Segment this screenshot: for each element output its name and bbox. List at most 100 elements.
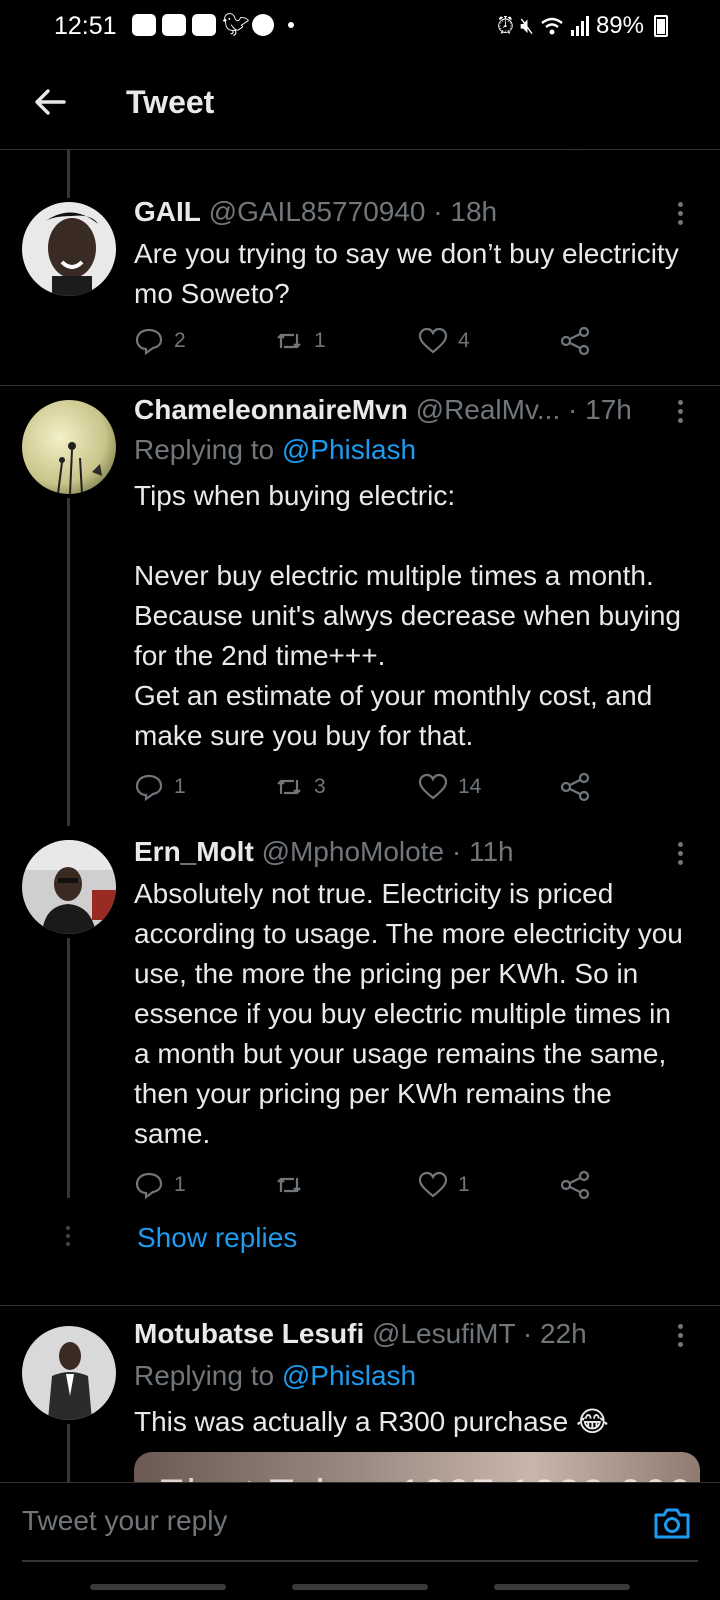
reply-button[interactable]: 1: [134, 1170, 186, 1200]
heart-icon: [418, 773, 448, 800]
status-time: 12:51: [54, 12, 117, 40]
nav-back-button[interactable]: [494, 1584, 630, 1590]
retweet-button[interactable]: 1: [274, 326, 326, 356]
avatar[interactable]: [22, 840, 116, 934]
tweet-text: This was actually a R300 purchase 😂: [134, 1406, 609, 1437]
nav-recents-button[interactable]: [90, 1584, 226, 1590]
timestamp: · 18h: [433, 196, 498, 227]
like-count: 1: [458, 1173, 470, 1196]
display-name[interactable]: GAIL: [134, 196, 201, 227]
more-notifications-icon: [288, 22, 294, 28]
like-count: 14: [458, 775, 482, 798]
share-button[interactable]: [560, 772, 590, 802]
tweet-text: Are you trying to say we don’t buy elect…: [134, 238, 687, 309]
reply-button[interactable]: 1: [134, 772, 186, 802]
thread-ellipsis: [66, 1226, 71, 1250]
thread-connector: [67, 938, 70, 1198]
tweet[interactable]: ChameleonnaireMvn @RealMv... · 17h Reply…: [0, 386, 720, 826]
system-nav-bar: [0, 1562, 720, 1600]
tweet-media-image[interactable]: Elect Token 1007 1888 066: [134, 1452, 700, 1482]
user-handle[interactable]: @GAIL85770940: [209, 196, 426, 227]
download-icon: [132, 14, 156, 36]
like-button[interactable]: 14: [418, 772, 481, 802]
share-icon: [560, 326, 590, 356]
replying-to-link[interactable]: @Phislash: [282, 1360, 416, 1391]
timestamp: · 17h: [568, 394, 632, 425]
camera-icon[interactable]: [652, 1505, 692, 1541]
display-name[interactable]: Ern_Molt: [134, 836, 254, 867]
share-button[interactable]: [560, 1170, 590, 1200]
tweet-text: Absolutely not true. Electricity is pric…: [134, 878, 691, 1149]
reply-count: 2: [174, 329, 186, 352]
user-handle[interactable]: @LesufiMT: [372, 1318, 515, 1349]
replying-to: Replying to @Phislash: [134, 434, 416, 466]
retweet-icon: [277, 779, 301, 795]
avatar[interactable]: [22, 1326, 116, 1420]
avatar[interactable]: [22, 202, 116, 296]
more-options-icon[interactable]: [678, 1324, 684, 1350]
avatar[interactable]: [22, 400, 116, 494]
retweet-count: 1: [314, 329, 326, 352]
tweet-header: ChameleonnaireMvn @RealMv... · 17h: [134, 394, 644, 426]
retweet-button[interactable]: 3: [274, 772, 326, 802]
nav-home-button[interactable]: [292, 1584, 428, 1590]
display-name[interactable]: Motubatse Lesufi: [134, 1318, 364, 1349]
tweet[interactable]: Motubatse Lesufi @LesufiMT · 22h Replyin…: [0, 1306, 720, 1482]
notification-icons: 🐦︎: [132, 14, 294, 36]
thread-connector: [67, 498, 70, 826]
tweet-header: Ern_Molt @MphoMolote · 11h: [134, 836, 680, 868]
user-handle[interactable]: @RealMv...: [416, 394, 561, 425]
tweet-thread: GAIL @GAIL85770940 · 18h Are you trying …: [0, 150, 720, 1482]
page-title: Tweet: [126, 84, 215, 120]
top-app-bar: Tweet: [0, 56, 720, 150]
timestamp: · 11h: [451, 836, 514, 867]
heart-icon: [418, 1171, 448, 1198]
display-name[interactable]: ChameleonnaireMvn: [134, 394, 408, 425]
tweet[interactable]: GAIL @GAIL85770940 · 18h Are you trying …: [0, 150, 720, 386]
retweet-icon: [277, 1177, 301, 1193]
signal-icon: [570, 16, 589, 36]
status-bar: 12:51 🐦︎ ⏰︎ 🔇︎ 89%: [0, 0, 720, 56]
reply-icon: [135, 328, 163, 356]
thread-connector: [67, 1424, 70, 1482]
like-count: 4: [458, 329, 470, 352]
tweet-actions: 2 1 4: [134, 326, 604, 360]
retweet-count: 3: [314, 775, 326, 798]
share-icon: [560, 1170, 590, 1200]
retweet-button[interactable]: [274, 1170, 314, 1200]
share-icon: [560, 772, 590, 802]
back-arrow-icon[interactable]: [30, 82, 70, 122]
replying-to-label: Replying to: [134, 434, 282, 465]
share-button[interactable]: [560, 326, 590, 356]
reply-icon: [135, 1172, 163, 1200]
show-replies-link[interactable]: Show replies: [137, 1222, 297, 1254]
tweet-actions: 1 1: [134, 1170, 604, 1204]
like-button[interactable]: 4: [418, 326, 470, 356]
replying-to-label: Replying to: [134, 1360, 282, 1391]
facebook-icon: [252, 14, 274, 36]
media-image-text: Elect Token 1007 1888 066: [158, 1472, 692, 1482]
reply-count: 1: [174, 1173, 186, 1196]
wifi-icon: [541, 17, 563, 35]
system-icons: ⏰︎ 🔇︎ 89%: [497, 12, 668, 40]
youtube-icon: [162, 14, 186, 36]
battery-icon: [654, 15, 668, 37]
reply-icon: [135, 774, 163, 802]
tweet[interactable]: Ern_Molt @MphoMolote · 11h Absolutely no…: [0, 826, 720, 1306]
timestamp: · 22h: [522, 1318, 587, 1349]
twitter-icon: 🐦︎: [222, 12, 250, 37]
more-options-icon[interactable]: [678, 400, 684, 426]
tweet-header: GAIL @GAIL85770940 · 18h: [134, 196, 680, 228]
replying-to: Replying to @Phislash: [134, 1360, 416, 1392]
like-button[interactable]: 1: [418, 1170, 470, 1200]
more-options-icon[interactable]: [678, 202, 684, 228]
replying-to-link[interactable]: @Phislash: [282, 434, 416, 465]
user-handle[interactable]: @MphoMolote: [262, 836, 445, 867]
tweet-header: Motubatse Lesufi @LesufiMT · 22h: [134, 1318, 680, 1350]
reply-input[interactable]: [22, 1505, 622, 1537]
reply-button[interactable]: 2: [134, 326, 186, 356]
more-options-icon[interactable]: [678, 842, 684, 868]
mute-icon: 🔇︎: [520, 13, 534, 38]
alarm-icon: ⏰︎: [496, 13, 515, 38]
battery-percent: 89%: [595, 12, 644, 39]
